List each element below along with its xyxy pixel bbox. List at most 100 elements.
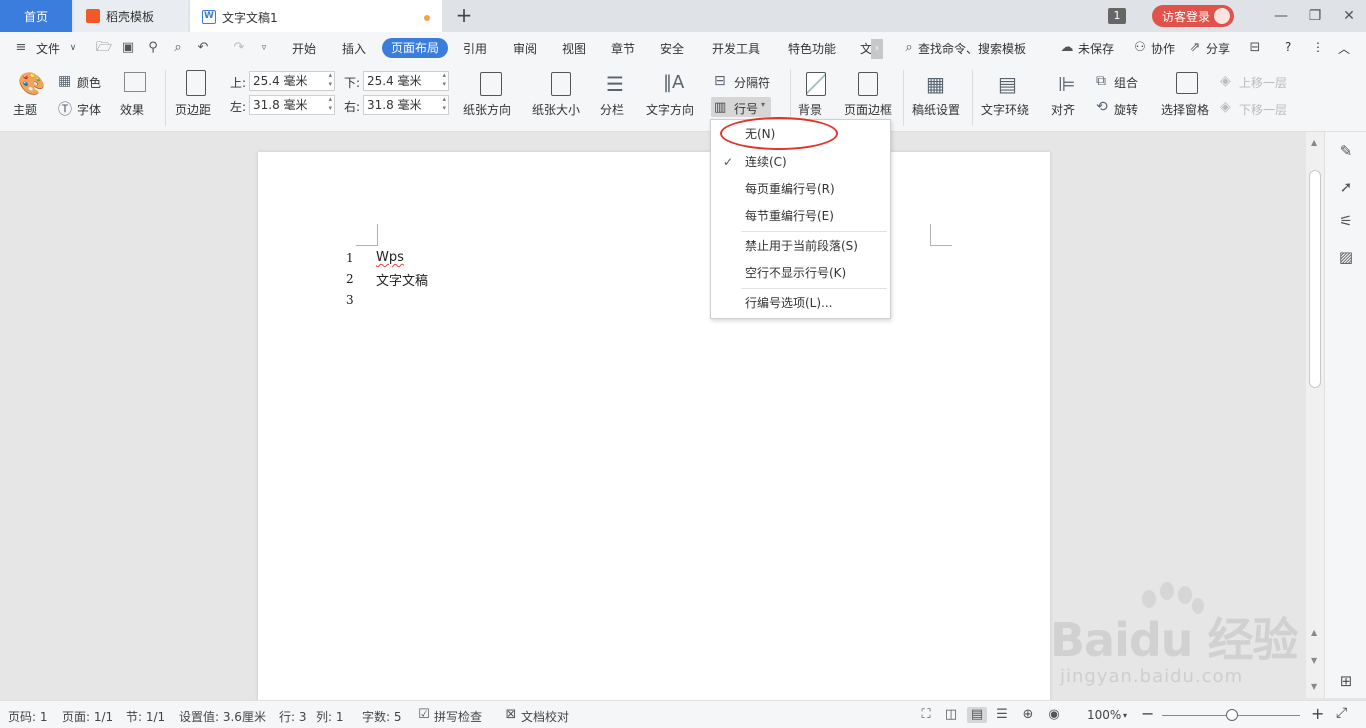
theme-button[interactable]: 主题 (13, 101, 37, 118)
collapse-ribbon-button[interactable]: ︿ (1338, 40, 1350, 57)
new-tab-button[interactable]: + (452, 4, 476, 28)
text-wrap-button[interactable]: 文字环绕 (981, 101, 1029, 118)
paper-size-icon[interactable] (551, 72, 571, 96)
menu-item-restart-each-section[interactable]: 每节重编行号(E) (711, 204, 890, 228)
align-button[interactable]: 对齐 (1051, 101, 1075, 118)
zoom-out-button[interactable]: − (1141, 704, 1154, 723)
status-row[interactable]: 行: 3 (279, 708, 307, 725)
scrollbar-thumb[interactable] (1309, 170, 1321, 388)
text-direction-button[interactable]: 文字方向 (646, 101, 694, 118)
top-margin-input[interactable]: 25.4 毫米 (249, 71, 335, 91)
status-page-code[interactable]: 页码: 1 (8, 708, 48, 725)
page-border-button[interactable]: 页面边框 (844, 101, 892, 118)
columns-icon[interactable]: ☰ (606, 72, 624, 96)
line-number-button[interactable]: 行号 (734, 100, 758, 117)
send-backward-button[interactable]: 下移一层 (1239, 101, 1287, 118)
zoom-level[interactable]: 100% (1087, 708, 1121, 722)
unsaved-button[interactable]: 未保存 (1078, 40, 1114, 57)
zoom-in-button[interactable]: + (1311, 704, 1324, 723)
tab-start[interactable]: 开始 (292, 40, 316, 57)
command-search[interactable]: 查找命令、搜索模板 (918, 40, 1026, 57)
restore-button[interactable]: ❐ (1298, 8, 1332, 24)
separator-button[interactable]: 分隔符 (734, 74, 770, 91)
selection-pane-icon[interactable] (1176, 72, 1198, 94)
rotate-button[interactable]: 旋转 (1114, 101, 1138, 118)
reading-mode-icon[interactable]: ◫ (943, 707, 959, 723)
menu-item-line-number-options[interactable]: 行编号选项(L)... (711, 291, 890, 315)
color-button[interactable]: 颜色 (77, 74, 101, 91)
minimize-button[interactable]: — (1264, 8, 1298, 24)
text-wrap-icon[interactable]: ▤ (998, 72, 1017, 96)
tab-page-layout[interactable]: 页面布局 (382, 38, 448, 58)
cursor-select-icon[interactable]: ➚ (1337, 178, 1355, 196)
format-painter-icon[interactable]: ⚲ (146, 41, 160, 55)
tab-chapter[interactable]: 章节 (611, 40, 635, 57)
document-line[interactable]: 文字文稿 (376, 270, 428, 289)
outline-view-icon[interactable]: ☰ (994, 707, 1010, 723)
background-button[interactable]: 背景 (798, 101, 822, 118)
manuscript-icon[interactable]: ▦ (926, 72, 945, 96)
proofread-button[interactable]: 文档校对 (521, 708, 569, 725)
print-preview-icon[interactable]: ⌕ (171, 41, 185, 55)
zoom-dropdown-icon[interactable]: ▾ (1123, 711, 1127, 720)
tab-home[interactable]: 首页 (0, 0, 72, 32)
customize-toolbar-icon[interactable]: ▿ (257, 41, 271, 55)
bring-forward-button[interactable]: 上移一层 (1239, 74, 1287, 91)
background-icon[interactable] (806, 72, 826, 96)
font-button[interactable]: 字体 (77, 101, 101, 118)
tab-developer[interactable]: 开发工具 (712, 40, 760, 57)
toolbar-toggle-icon[interactable]: ⊟ (1248, 41, 1262, 55)
orientation-button[interactable]: 纸张方向 (463, 101, 511, 118)
tab-scroll-right-button[interactable]: › (871, 39, 883, 59)
image-icon[interactable]: ▨ (1337, 248, 1355, 266)
page-border-icon[interactable] (858, 72, 878, 96)
guest-login-button[interactable]: 访客登录 (1151, 5, 1234, 27)
chevron-down-icon[interactable]: ∨ (66, 41, 80, 55)
manuscript-button[interactable]: 稿纸设置 (912, 101, 960, 118)
settings-sliders-icon[interactable]: ⚟ (1337, 212, 1355, 230)
margin-icon[interactable] (186, 70, 206, 96)
window-count-badge[interactable]: 1 (1107, 8, 1126, 24)
status-word-count[interactable]: 字数: 5 (362, 708, 402, 725)
margin-button[interactable]: 页边距 (175, 101, 211, 118)
group-button[interactable]: 组合 (1114, 74, 1138, 91)
help-button[interactable]: ? (1285, 40, 1291, 54)
effect-button[interactable]: 效果 (120, 101, 144, 118)
menu-item-restart-each-page[interactable]: 每页重编行号(R) (711, 177, 890, 201)
document-line[interactable]: Wps (376, 250, 404, 265)
align-icon[interactable]: ⊫ (1058, 72, 1075, 96)
paper-size-button[interactable]: 纸张大小 (532, 101, 580, 118)
status-section[interactable]: 节: 1/1 (126, 708, 165, 725)
text-direction-icon[interactable]: ‖A (663, 72, 684, 93)
columns-button[interactable]: 分栏 (600, 101, 624, 118)
tab-review[interactable]: 审阅 (513, 40, 537, 57)
redo-icon[interactable]: ↷ (232, 41, 246, 55)
tab-features[interactable]: 特色功能 (788, 40, 836, 57)
status-page[interactable]: 页面: 1/1 (62, 708, 113, 725)
fullscreen-icon[interactable]: ⛶ (918, 707, 934, 723)
share-button[interactable]: 分享 (1206, 40, 1230, 57)
collaborate-button[interactable]: 协作 (1151, 40, 1175, 57)
spell-check-button[interactable]: 拼写检查 (434, 708, 482, 725)
status-col[interactable]: 列: 1 (316, 708, 344, 725)
undo-icon[interactable]: ↶ (196, 41, 210, 55)
effect-icon[interactable] (124, 72, 146, 92)
tab-security[interactable]: 安全 (660, 40, 684, 57)
bottom-margin-input[interactable]: 25.4 毫米 (363, 71, 449, 91)
save-icon[interactable]: ▣ (121, 41, 135, 55)
menu-file[interactable]: 文件 (36, 40, 60, 57)
hamburger-icon[interactable]: ≡ (14, 41, 28, 55)
web-view-icon[interactable]: ⊕ (1020, 707, 1036, 723)
eye-protection-icon[interactable]: ◉ (1046, 707, 1062, 723)
left-margin-input[interactable]: 31.8 毫米 (249, 95, 335, 115)
theme-palette-icon[interactable]: 🎨 (18, 72, 45, 97)
open-folder-icon[interactable]: 🗁 (96, 41, 112, 55)
menu-item-suppress-paragraph[interactable]: 禁止用于当前段落(S) (711, 234, 890, 258)
menu-item-continuous[interactable]: ✓ 连续(C) (711, 150, 890, 174)
scroll-up-icon[interactable]: ▲ (1311, 138, 1317, 147)
tab-insert[interactable]: 插入 (342, 40, 366, 57)
close-button[interactable]: ✕ (1332, 8, 1366, 24)
more-options-button[interactable]: ⋮ (1312, 40, 1324, 54)
tab-view[interactable]: 视图 (562, 40, 586, 57)
status-setting[interactable]: 设置值: 3.6厘米 (179, 708, 266, 725)
